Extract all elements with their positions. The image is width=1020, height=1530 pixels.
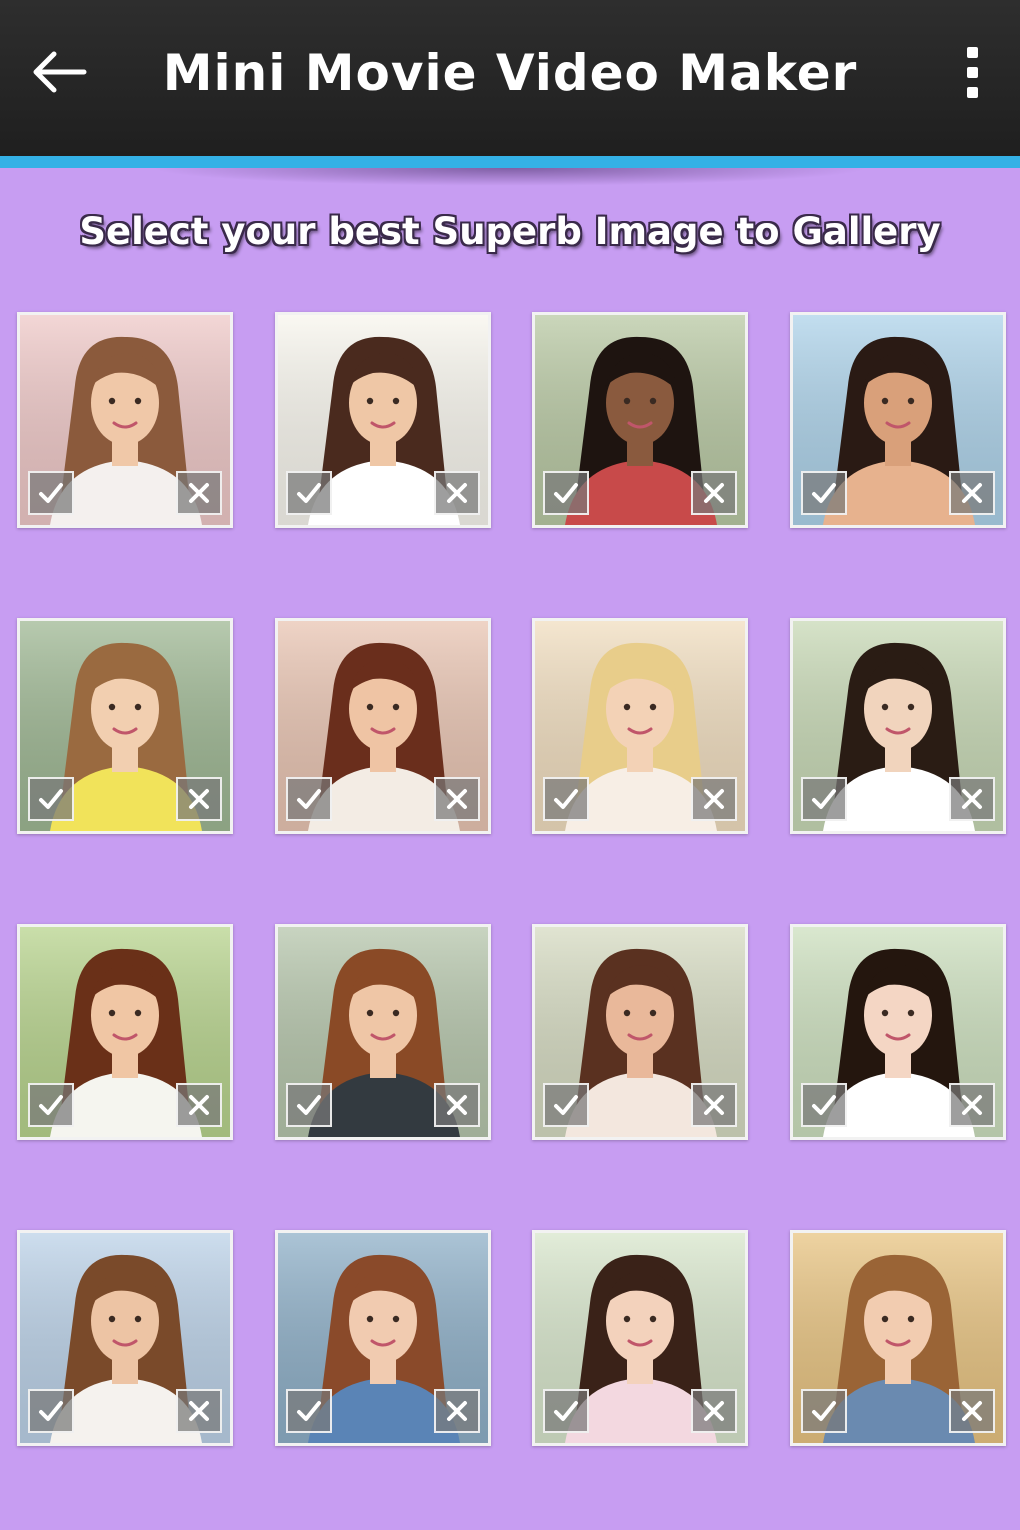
gallery-image-tile[interactable] <box>17 924 233 1140</box>
check-icon <box>812 1401 836 1421</box>
close-icon <box>962 789 982 809</box>
instruction-heading: Select your best Superb Image to Gallery <box>79 210 941 253</box>
check-icon <box>812 1095 836 1115</box>
close-icon <box>447 789 467 809</box>
close-icon <box>447 1095 467 1115</box>
gallery-image-tile[interactable] <box>532 924 748 1140</box>
close-icon <box>189 1095 209 1115</box>
close-icon <box>447 1401 467 1421</box>
close-icon <box>704 789 724 809</box>
gallery-image-tile[interactable] <box>532 1230 748 1446</box>
remove-image-button[interactable] <box>434 777 480 821</box>
remove-image-button[interactable] <box>691 777 737 821</box>
overflow-menu-icon <box>966 46 978 58</box>
check-icon <box>297 1095 321 1115</box>
close-icon <box>704 483 724 503</box>
check-icon <box>812 789 836 809</box>
remove-image-button[interactable] <box>949 777 995 821</box>
app-bar-shadow <box>150 168 870 186</box>
close-icon <box>962 1095 982 1115</box>
remove-image-button[interactable] <box>434 471 480 515</box>
arrow-left-icon <box>33 51 87 93</box>
select-image-button[interactable] <box>801 471 847 515</box>
gallery-image-tile[interactable] <box>532 618 748 834</box>
remove-image-button[interactable] <box>949 471 995 515</box>
select-image-button[interactable] <box>543 777 589 821</box>
check-icon <box>554 483 578 503</box>
select-image-button[interactable] <box>286 1083 332 1127</box>
select-image-button[interactable] <box>286 777 332 821</box>
close-icon <box>704 1095 724 1115</box>
gallery-image-tile[interactable] <box>17 1230 233 1446</box>
remove-image-button[interactable] <box>434 1083 480 1127</box>
gallery-image-tile[interactable] <box>790 924 1006 1140</box>
close-icon <box>447 483 467 503</box>
gallery-image-tile[interactable] <box>275 924 491 1140</box>
close-icon <box>189 483 209 503</box>
select-image-button[interactable] <box>543 471 589 515</box>
app-title: Mini Movie Video Maker <box>162 44 858 102</box>
select-image-button[interactable] <box>543 1083 589 1127</box>
overflow-menu-button[interactable] <box>948 34 996 110</box>
remove-image-button[interactable] <box>176 471 222 515</box>
close-icon <box>189 1401 209 1421</box>
remove-image-button[interactable] <box>691 471 737 515</box>
back-button[interactable] <box>22 36 94 108</box>
remove-image-button[interactable] <box>176 1083 222 1127</box>
gallery-image-tile[interactable] <box>790 312 1006 528</box>
check-icon <box>39 483 63 503</box>
select-image-button[interactable] <box>28 777 74 821</box>
remove-image-button[interactable] <box>176 1389 222 1433</box>
remove-image-button[interactable] <box>691 1389 737 1433</box>
close-icon <box>962 483 982 503</box>
gallery-image-tile[interactable] <box>17 312 233 528</box>
close-icon <box>962 1401 982 1421</box>
select-image-button[interactable] <box>801 777 847 821</box>
select-image-button[interactable] <box>801 1083 847 1127</box>
select-image-button[interactable] <box>286 471 332 515</box>
check-icon <box>554 1095 578 1115</box>
select-image-button[interactable] <box>28 1083 74 1127</box>
select-image-button[interactable] <box>286 1389 332 1433</box>
gallery-image-tile[interactable] <box>532 312 748 528</box>
gallery-image-tile[interactable] <box>17 618 233 834</box>
remove-image-button[interactable] <box>949 1083 995 1127</box>
gallery-image-tile[interactable] <box>790 618 1006 834</box>
remove-image-button[interactable] <box>691 1083 737 1127</box>
check-icon <box>297 1401 321 1421</box>
check-icon <box>812 483 836 503</box>
close-icon <box>704 1401 724 1421</box>
check-icon <box>39 1401 63 1421</box>
check-icon <box>39 789 63 809</box>
gallery-image-tile[interactable] <box>275 618 491 834</box>
close-icon <box>189 789 209 809</box>
remove-image-button[interactable] <box>434 1389 480 1433</box>
check-icon <box>554 1401 578 1421</box>
remove-image-button[interactable] <box>176 777 222 821</box>
gallery-image-tile[interactable] <box>275 312 491 528</box>
select-image-button[interactable] <box>543 1389 589 1433</box>
gallery-image-tile[interactable] <box>275 1230 491 1446</box>
remove-image-button[interactable] <box>949 1389 995 1433</box>
app-bar: Mini Movie Video Maker <box>0 0 1020 156</box>
gallery-image-tile[interactable] <box>790 1230 1006 1446</box>
check-icon <box>39 1095 63 1115</box>
check-icon <box>297 789 321 809</box>
check-icon <box>297 483 321 503</box>
select-image-button[interactable] <box>28 1389 74 1433</box>
select-image-button[interactable] <box>801 1389 847 1433</box>
app-bar-accent-line <box>0 156 1020 168</box>
check-icon <box>554 789 578 809</box>
select-image-button[interactable] <box>28 471 74 515</box>
